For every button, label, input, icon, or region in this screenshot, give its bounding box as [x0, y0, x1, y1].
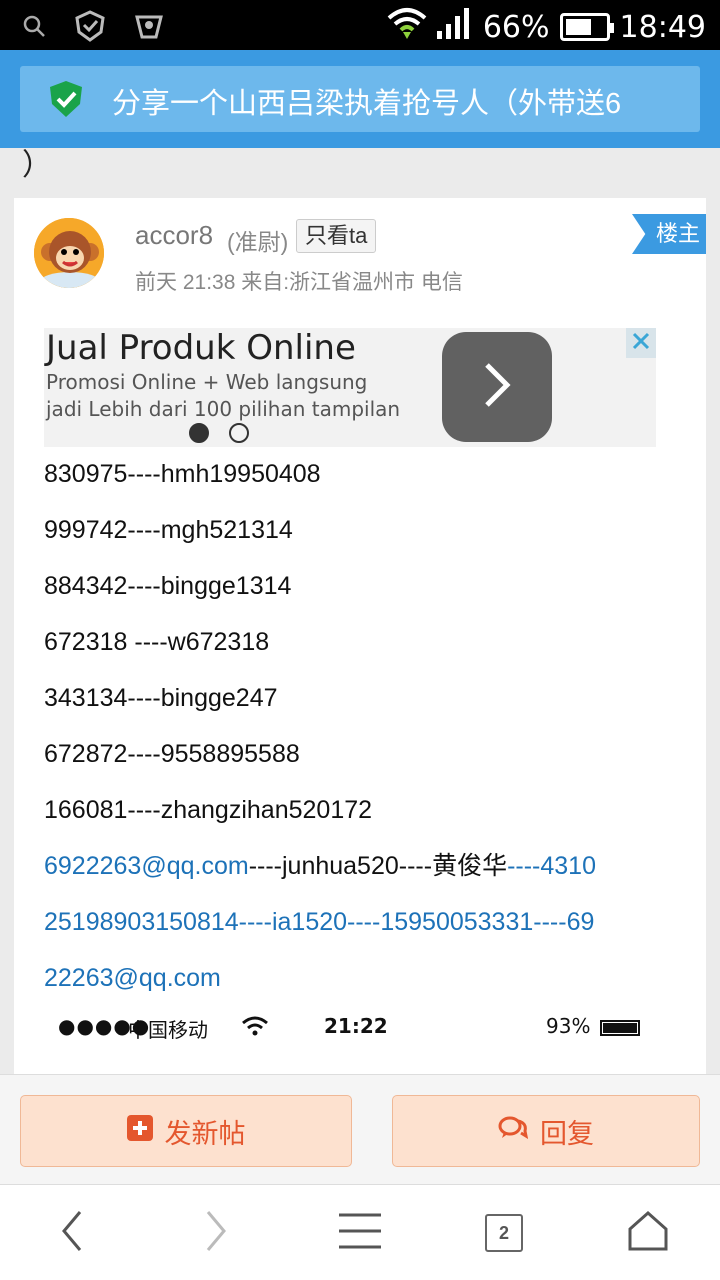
content-line: 343134----bingge247	[44, 684, 278, 712]
ad-banner[interactable]: Jual Produk Online Promosi Online + Web …	[44, 328, 656, 447]
browser-nav-bar: 2	[0, 1184, 720, 1280]
email-link[interactable]: 22263@qq.com	[44, 958, 664, 1014]
post-card: accor8 (准尉) 只看ta 楼主 前天 21:38 来自:浙江省温州市 电…	[14, 198, 706, 1078]
shield-check-icon	[74, 10, 106, 47]
post-content: 830975----hmh19950408 999742----mgh52131…	[44, 454, 664, 1014]
ad-pager-dot[interactable]	[229, 423, 249, 443]
home-icon	[627, 1210, 669, 1257]
ad-title: Jual Produk Online	[46, 328, 356, 368]
home-button[interactable]	[618, 1205, 678, 1261]
close-icon	[631, 331, 651, 356]
menu-button[interactable]	[330, 1205, 390, 1261]
forward-button[interactable]	[186, 1205, 246, 1261]
reply-button[interactable]: 回复	[392, 1095, 700, 1167]
post-meta: 前天 21:38 来自:浙江省温州市 电信	[135, 271, 463, 294]
content-line: 999742----mgh521314	[44, 516, 293, 544]
username[interactable]: accor8	[135, 220, 213, 251]
embedded-carrier: 中国移动	[128, 1018, 208, 1042]
phone-link[interactable]: 25198903150814----ia1520----15950053331-…	[44, 902, 664, 958]
content-line: 672872----9558895588	[44, 740, 300, 768]
content-text: ----junhua520----黄俊华	[248, 852, 508, 880]
back-button[interactable]	[42, 1205, 102, 1261]
ad-pager	[189, 423, 249, 443]
embedded-battery-icon	[600, 1020, 640, 1036]
status-bar: 66% 18:49	[0, 0, 720, 50]
fan-icon	[134, 11, 164, 46]
tabs-button[interactable]: 2	[474, 1205, 534, 1261]
thread-title: 分享一个山西吕梁执着抢号人（外带送6	[112, 88, 622, 120]
email-link[interactable]: 6922263@qq.com	[44, 852, 249, 880]
op-badge: 楼主	[632, 214, 706, 254]
content-line: 884342----bingge1314	[44, 572, 292, 600]
action-bar: 发新帖 回复	[0, 1074, 720, 1184]
chat-bubble-icon	[498, 1115, 529, 1148]
content-line: 672318 ----w672318	[44, 628, 270, 656]
embedded-screenshot[interactable]: ●●●●● 中国移动 21:22 93%	[44, 1010, 656, 1050]
avatar[interactable]	[34, 218, 104, 288]
chevron-left-icon	[60, 1209, 84, 1258]
content-line: 830975----hmh19950408	[44, 460, 321, 488]
thread-title-overflow: ）	[22, 149, 52, 182]
embedded-time: 21:22	[324, 1014, 388, 1038]
new-post-button[interactable]: 发新帖	[20, 1095, 352, 1167]
thread-title-box[interactable]: 分享一个山西吕梁执着抢号人（外带送6	[20, 66, 700, 132]
ad-open-button[interactable]	[442, 332, 552, 442]
ad-pager-dot-active[interactable]	[189, 423, 209, 443]
signal-icon	[436, 7, 473, 47]
only-view-author-button[interactable]: 只看ta	[296, 219, 377, 253]
content-line: 6922263@qq.com----junhua520----黄俊华----43…	[44, 846, 664, 902]
new-post-label: 发新帖	[164, 1118, 246, 1149]
tab-count: 2	[485, 1214, 523, 1252]
hamburger-menu-icon	[337, 1212, 383, 1255]
search-icon	[22, 14, 46, 43]
phone-link[interactable]: ----4310	[507, 852, 596, 880]
content-line: 166081----zhangzihan520172	[44, 796, 373, 824]
header: 分享一个山西吕梁执着抢号人（外带送6	[0, 50, 720, 148]
wifi-icon	[387, 6, 427, 48]
ad-description-line1: Promosi Online + Web langsung	[46, 370, 368, 394]
clock: 18:49	[619, 9, 706, 45]
battery-icon	[559, 13, 614, 41]
ad-close-button[interactable]	[626, 328, 656, 358]
reply-label: 回复	[540, 1118, 594, 1149]
chevron-right-icon	[477, 360, 517, 415]
battery-percent: 66%	[482, 9, 550, 45]
ad-description-line2: jadi Lebih dari 100 pilihan tampilan	[46, 397, 401, 421]
embedded-battery-text: 93%	[546, 1014, 591, 1038]
user-rank: (准尉)	[227, 229, 289, 255]
embedded-wifi-icon	[242, 1016, 268, 1041]
verified-shield-icon	[48, 80, 84, 123]
chevron-right-icon	[204, 1209, 228, 1258]
plus-square-icon	[126, 1114, 153, 1148]
